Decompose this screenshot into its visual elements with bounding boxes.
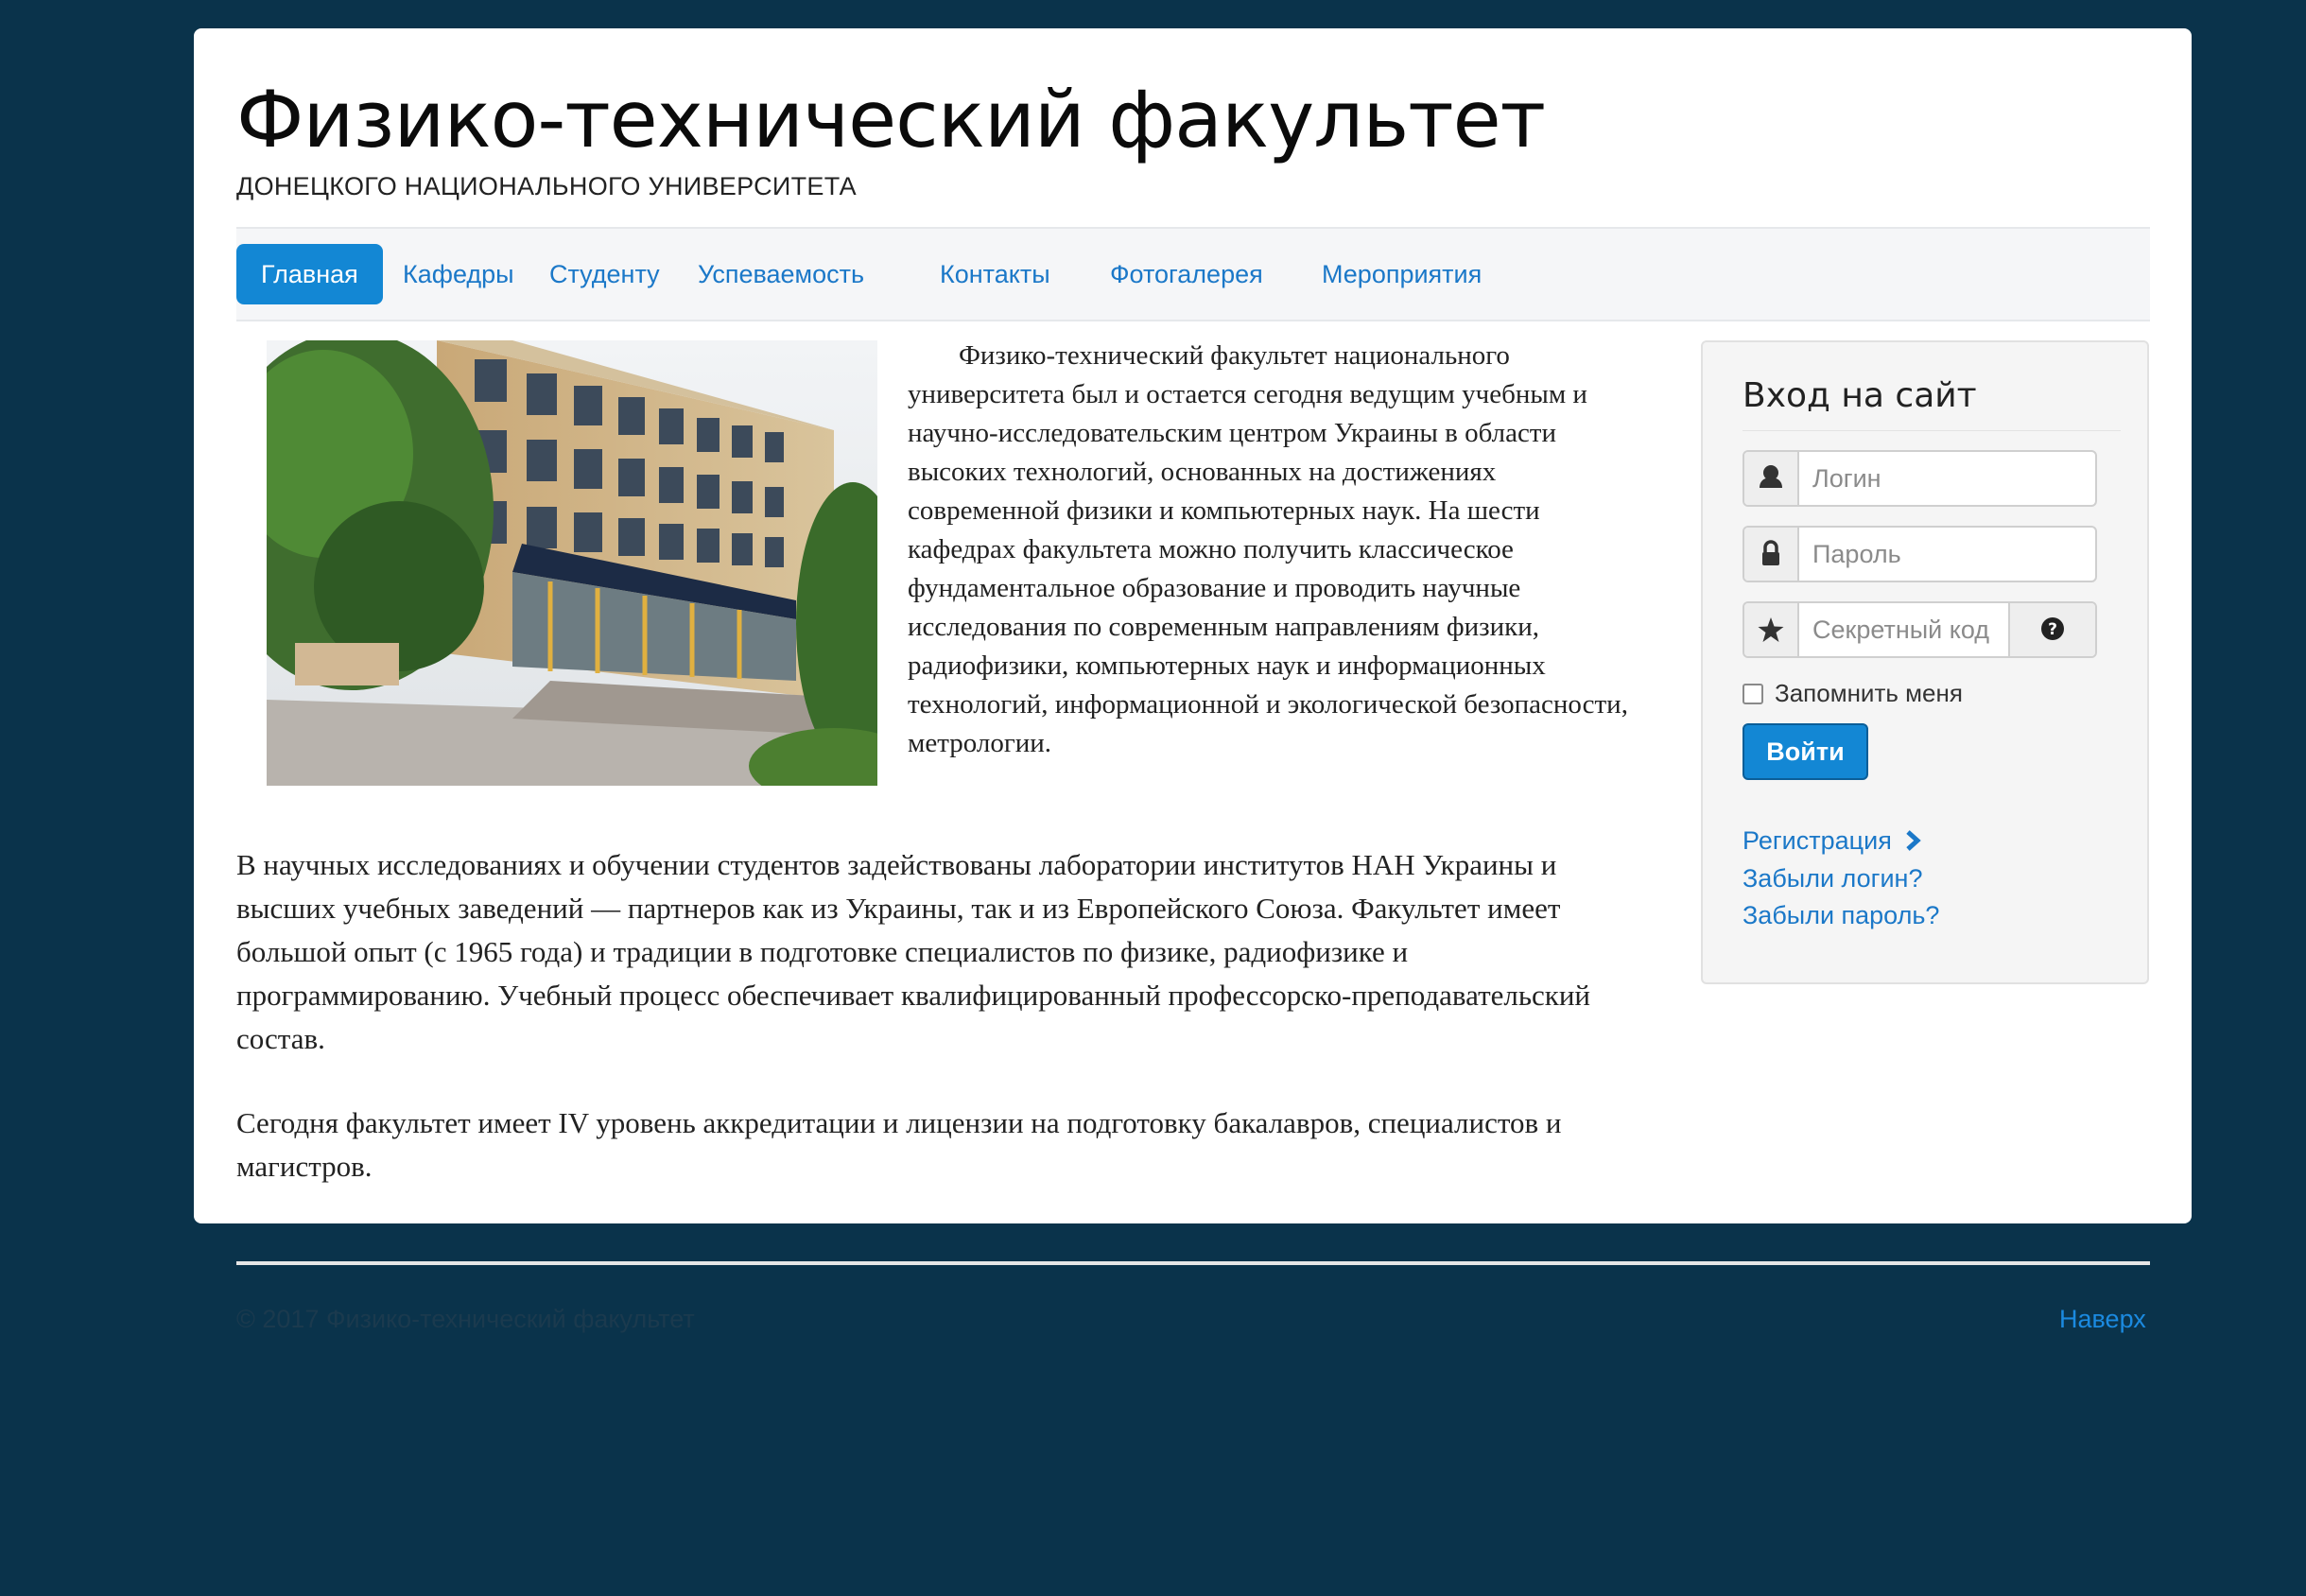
username-input[interactable]	[1799, 452, 2095, 505]
remember-checkbox[interactable]	[1743, 683, 1763, 704]
user-icon	[1744, 452, 1799, 505]
register-link[interactable]: Регистрация	[1743, 826, 1922, 856]
faculty-building-photo	[267, 340, 877, 786]
chevron-right-icon	[1906, 830, 1922, 851]
site-title: Физико-технический факультет	[236, 74, 1546, 165]
intro-paragraph: Физико-технический факультет национально…	[908, 340, 1628, 758]
nav-item-departments[interactable]: Кафедры	[378, 244, 539, 304]
site-subtitle: ДОНЕЦКОГО НАЦИОНАЛЬНОГО УНИВЕРСИТЕТА	[236, 172, 857, 200]
forgot-login-link[interactable]: Забыли логин?	[1743, 864, 1922, 893]
register-link-label: Регистрация	[1743, 826, 1892, 855]
accreditation-paragraph: Сегодня факультет имеет IV уровень аккре…	[236, 1106, 1562, 1183]
star-icon	[1744, 603, 1799, 656]
page-container: Физико-технический факультет ДОНЕЦКОГО Н…	[194, 28, 2192, 1223]
remember-me[interactable]: Запомнить меня	[1743, 679, 1963, 708]
password-input[interactable]	[1799, 528, 2095, 581]
research-paragraph: В научных исследованиях и обучении студе…	[236, 848, 1591, 1055]
lock-icon	[1744, 528, 1799, 581]
forgot-password-link[interactable]: Забыли пароль?	[1743, 901, 1939, 930]
main-navigation: Главная Кафедры Студенту Успеваемость Ко…	[236, 227, 2150, 321]
username-group	[1743, 450, 2097, 507]
login-title: Вход на сайт	[1743, 376, 1977, 415]
nav-item-gallery[interactable]: Фотогалерея	[1085, 244, 1288, 304]
nav-item-contacts[interactable]: Контакты	[915, 244, 1075, 304]
nav-item-home[interactable]: Главная	[236, 244, 383, 304]
login-divider	[1743, 430, 2121, 431]
secret-code-group: ?	[1743, 601, 2097, 658]
login-panel: Вход на сайт ? Запомнить меня	[1701, 340, 2149, 984]
question-circle-icon: ?	[2041, 617, 2064, 640]
password-group	[1743, 526, 2097, 582]
login-button[interactable]: Войти	[1743, 723, 1868, 780]
nav-item-students[interactable]: Студенту	[525, 244, 685, 304]
back-to-top-link[interactable]: Наверх	[2059, 1305, 2146, 1334]
nav-item-grades[interactable]: Успеваемость	[673, 244, 889, 304]
secret-code-input[interactable]	[1799, 603, 2008, 656]
footer-copyright: © 2017 Физико-технический факультет	[236, 1305, 695, 1333]
svg-text:?: ?	[2048, 620, 2057, 639]
remember-label: Запомнить меня	[1775, 679, 1963, 707]
help-button[interactable]: ?	[2008, 603, 2095, 656]
footer-divider	[236, 1261, 2150, 1265]
nav-item-events[interactable]: Мероприятия	[1297, 244, 1506, 304]
